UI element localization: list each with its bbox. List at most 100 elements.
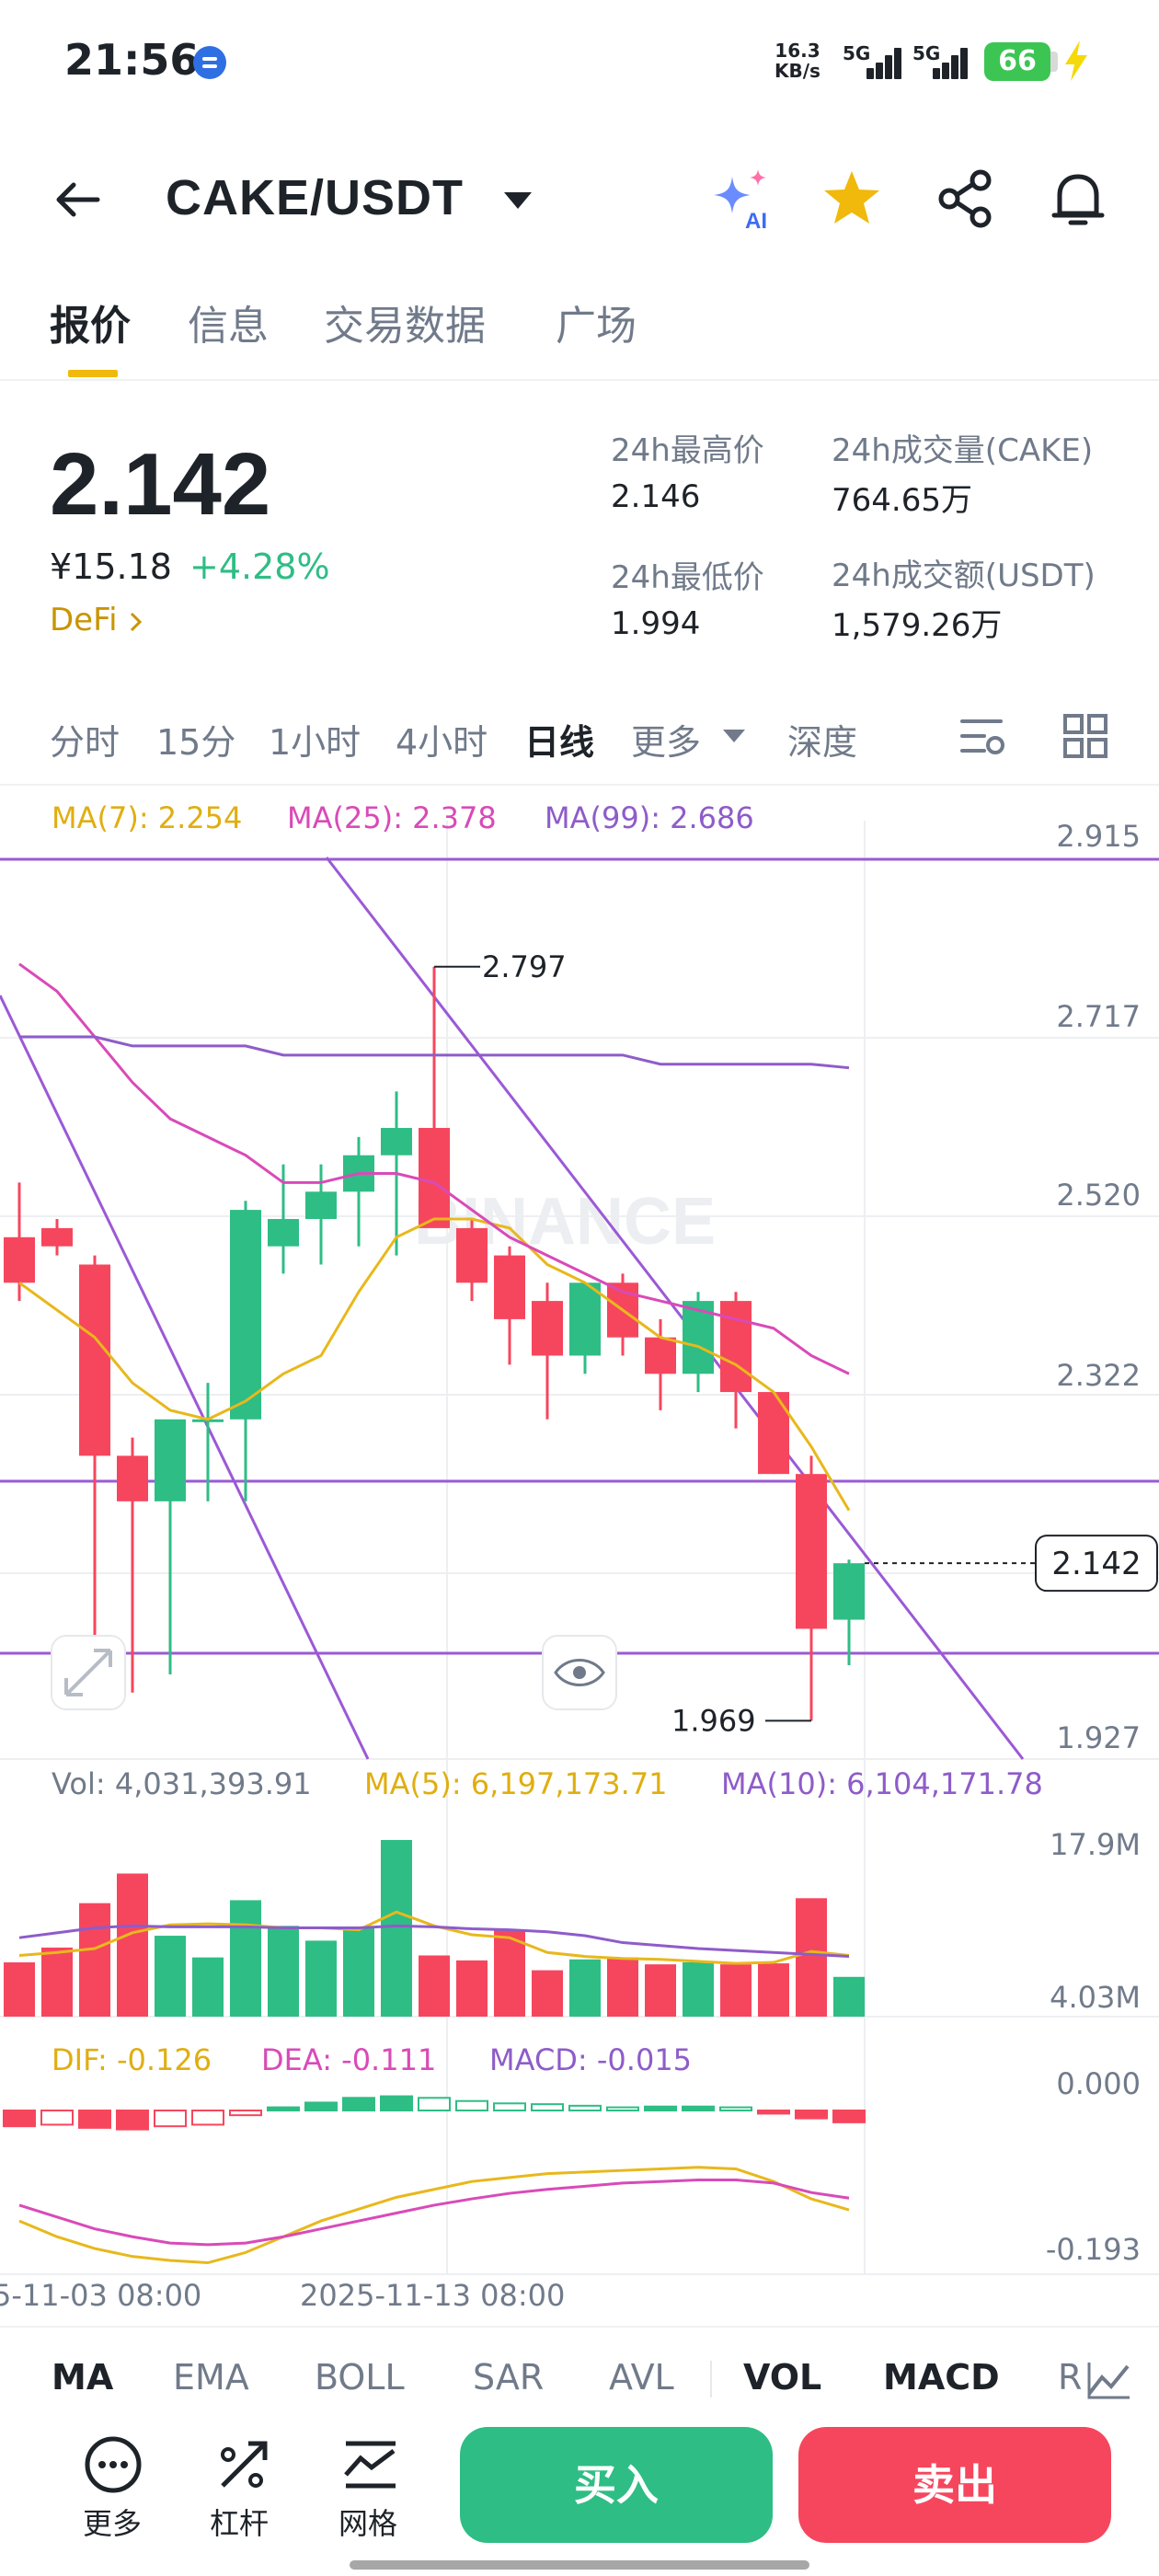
leverage-label[interactable]: 杠杆	[210, 2501, 269, 2543]
layout-grid-icon[interactable]	[1060, 710, 1111, 762]
macd-bar	[832, 2110, 866, 2123]
low-marker-label: 1.969	[671, 1703, 756, 1738]
macd-bar	[78, 2110, 111, 2129]
volume-bar	[192, 1957, 224, 2017]
volume-bar	[268, 1926, 299, 2017]
fullscreen-button[interactable]	[51, 1635, 126, 1710]
indicator-r[interactable]: R	[1058, 2357, 1082, 2398]
candle-body	[720, 1301, 752, 1393]
kline-chart[interactable]: BINANCE 2.797 1.969 2.142 2.915 2.717 2.…	[0, 784, 1159, 2311]
candles	[4, 966, 865, 1721]
turnover-24h-value: 1,579.26万	[832, 607, 1003, 644]
leverage-icon[interactable]	[213, 2434, 274, 2495]
turnover-24h-label: 24h成交额(USDT)	[832, 558, 1096, 594]
tab-info[interactable]: 信息	[188, 293, 269, 351]
macd-bar	[493, 2102, 526, 2111]
pair-selector[interactable]: CAKE/USDT	[166, 169, 464, 226]
interval-depth[interactable]: 深度	[787, 714, 857, 765]
tab-trading-data[interactable]: 交易数据	[324, 293, 486, 351]
net-speed-unit: KB/s	[775, 60, 820, 82]
time-axis-label: 5-11-03 08:00	[0, 2278, 201, 2311]
favorite-star-icon[interactable]	[817, 164, 887, 234]
last-price-tag[interactable]: 2.142	[1035, 1535, 1158, 1593]
candle-body	[796, 1474, 827, 1629]
indicator-macd[interactable]: MACD	[883, 2357, 1000, 2398]
macd-legend: MACD: -0.015	[489, 2042, 693, 2077]
volume-bar	[343, 1927, 374, 2017]
low-24h-label: 24h最低价	[611, 559, 764, 596]
volume-bar	[456, 1960, 488, 2017]
macd-bar	[795, 2110, 828, 2120]
macd-bar	[40, 2110, 74, 2126]
interval-4h[interactable]: 4小时	[396, 714, 488, 765]
tabs-divider	[0, 379, 1159, 381]
sector-tag[interactable]: DeFi	[50, 602, 145, 638]
price-axis-label: 2.520	[1056, 1178, 1141, 1213]
tab-underline	[68, 370, 118, 377]
volume-bar	[305, 1940, 337, 2017]
share-icon[interactable]	[931, 164, 1001, 234]
status-time: 21:56	[64, 35, 200, 85]
tab-quote[interactable]: 报价	[50, 293, 131, 351]
macd-bar	[682, 2105, 715, 2112]
cny-price: ¥15.18	[50, 546, 172, 587]
candle-body	[532, 1301, 563, 1356]
macd-bar	[3, 2110, 36, 2128]
change-percent: +4.28%	[189, 546, 330, 587]
volume-bar	[607, 1957, 638, 2017]
ma25-legend: MA(25): 2.378	[287, 800, 497, 835]
price-axis-label: 2.717	[1056, 999, 1141, 1034]
indicator-ma[interactable]: MA	[52, 2357, 113, 2398]
interval-time[interactable]: 分时	[50, 714, 120, 765]
more-icon[interactable]	[83, 2434, 143, 2495]
ai-sparkle-icon[interactable]: AI	[708, 164, 778, 234]
interval-15m[interactable]: 15分	[156, 714, 235, 765]
grid-trading-icon[interactable]	[340, 2434, 401, 2495]
sector-label: DeFi	[50, 602, 118, 638]
candle-body	[569, 1282, 601, 1356]
interval-1h[interactable]: 1小时	[269, 714, 361, 765]
macd-bar	[719, 2106, 752, 2111]
interval-1d[interactable]: 日线	[524, 714, 594, 765]
volume-bar	[532, 1970, 563, 2017]
dea-legend: DEA: -0.111	[261, 2042, 437, 2077]
grid-trading-label[interactable]: 网格	[339, 2501, 397, 2543]
time-axis-label: 2025-11-13 08:00	[300, 2278, 565, 2311]
time-axis: 5-11-03 08:00 2025-11-13 08:00	[0, 2278, 565, 2311]
macd-bar	[116, 2110, 149, 2131]
chevron-right-icon	[131, 612, 143, 631]
signal-2-icon	[925, 46, 971, 79]
more-caret-icon[interactable]	[721, 727, 747, 745]
volume-bar	[4, 1962, 35, 2017]
indicator-boll[interactable]: BOLL	[315, 2357, 405, 2398]
indicator-ema[interactable]: EMA	[173, 2357, 249, 2398]
dif-line	[18, 2166, 850, 2265]
candle-body	[381, 1128, 412, 1156]
caret-down-icon[interactable]	[502, 190, 534, 212]
candle-body	[419, 1128, 450, 1228]
indicator-vol[interactable]: VOL	[743, 2357, 821, 2398]
interval-more[interactable]: 更多	[631, 714, 701, 765]
macd-bar	[568, 2104, 602, 2111]
home-indicator[interactable]	[350, 2560, 809, 2570]
buy-button[interactable]: 买入	[460, 2427, 773, 2543]
last-price: 2.142	[50, 435, 271, 534]
dif-legend: DIF: -0.126	[52, 2042, 212, 2077]
charging-bolt-icon	[1065, 40, 1087, 81]
volume-axis-label: 4.03M	[1050, 1980, 1141, 2015]
indicator-settings-icon[interactable]	[1085, 2357, 1133, 2401]
chart-settings-icon[interactable]	[957, 710, 1008, 762]
tab-square[interactable]: 广场	[556, 293, 637, 351]
back-arrow-icon[interactable]	[48, 170, 107, 229]
ma99-legend: MA(99): 2.686	[545, 800, 754, 835]
network-speed: 16.3 KB/s	[775, 40, 820, 81]
sell-button[interactable]: 卖出	[798, 2427, 1111, 2543]
price-axis-label: 1.927	[1056, 1720, 1141, 1755]
indicator-avl[interactable]: AVL	[609, 2357, 674, 2398]
visibility-button[interactable]	[542, 1635, 617, 1710]
volume-bar	[419, 1955, 450, 2017]
more-label[interactable]: 更多	[83, 2501, 142, 2543]
indicator-sar[interactable]: SAR	[473, 2357, 544, 2398]
bell-icon[interactable]	[1043, 164, 1113, 234]
volume-24h-label: 24h成交量(CAKE)	[832, 432, 1094, 469]
